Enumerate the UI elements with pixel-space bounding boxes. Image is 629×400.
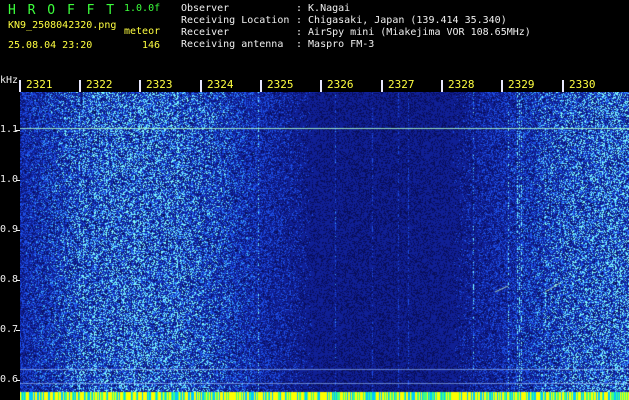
info-value-location: : Chigasaki, Japan (139.414 35.340) bbox=[296, 15, 507, 26]
info-label-antenna: Receiving antenna bbox=[181, 39, 284, 50]
time-axis: 2321 2322 2323 2324 2325 2326 2327 2328 … bbox=[19, 78, 629, 94]
info-value-observer: : K.Nagai bbox=[296, 3, 351, 14]
file-name: KN9_2508042320.png bbox=[8, 20, 117, 31]
info-label-location: Receiving Location bbox=[181, 15, 290, 26]
spectrogram-canvas bbox=[20, 92, 629, 400]
frequency-axis: kHz 1.1 1.0 0.9 0.8 0.7 0.6 bbox=[0, 74, 20, 400]
time-tick-2327: 2327 bbox=[381, 78, 415, 92]
time-tick-2328: 2328 bbox=[441, 78, 475, 92]
header-panel: H R O F F T 1.0.0f KN9_2508042320.png me… bbox=[0, 0, 629, 74]
timestamp: 25.08.04 23:20 bbox=[8, 40, 93, 51]
axis-unit-label: kHz bbox=[0, 75, 19, 86]
time-tick-2326: 2326 bbox=[320, 78, 354, 92]
meteor-label: meteor bbox=[124, 26, 161, 37]
time-tick-2321: 2321 bbox=[19, 78, 53, 92]
time-tick-2322: 2322 bbox=[79, 78, 113, 92]
info-value-receiver: : AirSpy mini (Miakejima VOR 108.65MHz) bbox=[296, 27, 531, 38]
app-version: 1.0.0f bbox=[124, 3, 161, 14]
meteor-count: 146 bbox=[142, 40, 161, 51]
app-title: H R O F F T bbox=[8, 3, 117, 18]
info-value-antenna: : Maspro FM-3 bbox=[296, 39, 375, 50]
time-tick-2323: 2323 bbox=[139, 78, 173, 92]
info-label-receiver: Receiver bbox=[181, 27, 230, 38]
time-tick-2324: 2324 bbox=[200, 78, 234, 92]
info-label-observer: Observer bbox=[181, 3, 230, 14]
time-tick-2325: 2325 bbox=[260, 78, 294, 92]
time-tick-2330: 2330 bbox=[562, 78, 596, 92]
time-tick-2329: 2329 bbox=[501, 78, 535, 92]
